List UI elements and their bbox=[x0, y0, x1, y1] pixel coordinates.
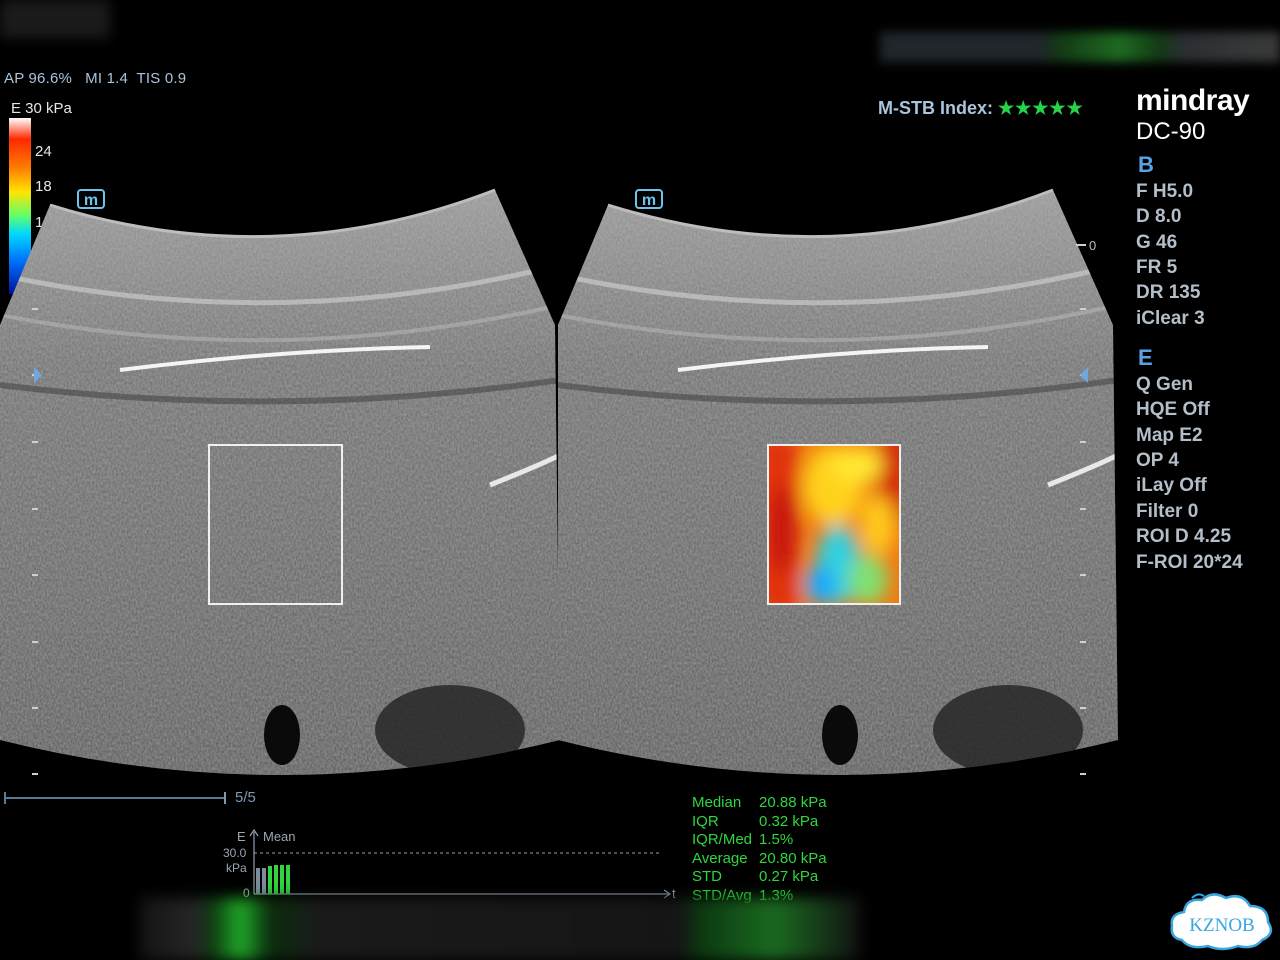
orientation-marker-left: m bbox=[77, 189, 105, 209]
b-section-title: B bbox=[1138, 152, 1154, 177]
b-param[interactable]: F H5.0 bbox=[1136, 181, 1193, 203]
stat-value: 0.27 kPa bbox=[759, 868, 819, 885]
hist-bar bbox=[280, 865, 284, 894]
stiffness-map bbox=[768, 445, 900, 604]
device-model: DC-90 bbox=[1136, 118, 1206, 145]
e-param[interactable]: iLay Off bbox=[1136, 475, 1207, 497]
hist-mean-label: Mean bbox=[263, 829, 296, 844]
stat-label: Median bbox=[692, 794, 742, 811]
stat-row: IQR 0.32 kPa bbox=[692, 813, 834, 832]
hist-bar bbox=[256, 868, 260, 894]
stability-histogram: E Mean 30.0 kPa 0 t bbox=[223, 828, 676, 901]
hist-bar bbox=[268, 866, 272, 894]
e-param[interactable]: OP 4 bbox=[1136, 450, 1179, 472]
e-param[interactable]: HQE Off bbox=[1136, 399, 1210, 421]
slider-start-tick bbox=[4, 792, 6, 804]
hist-top-value: 30.0 bbox=[223, 846, 247, 860]
stat-row: IQR/Med 1.5% bbox=[692, 831, 834, 850]
mstb-index: M-STB Index: ★★★★★ bbox=[878, 98, 1084, 119]
orientation-marker-right: m bbox=[635, 189, 663, 209]
hist-bar bbox=[286, 865, 290, 894]
e-param[interactable]: Q Gen bbox=[1136, 374, 1193, 396]
frame-slider[interactable] bbox=[4, 792, 226, 804]
hist-bar bbox=[262, 868, 266, 894]
stat-value: 1.5% bbox=[759, 831, 794, 848]
e-param[interactable]: F-ROI 20*24 bbox=[1136, 552, 1243, 574]
stat-row: STD 0.27 kPa bbox=[692, 868, 834, 887]
stat-value: 20.88 kPa bbox=[759, 794, 827, 811]
hist-e-label: E bbox=[237, 829, 246, 844]
e-param[interactable]: Map E2 bbox=[1136, 425, 1203, 447]
e-param[interactable]: ROI D 4.25 bbox=[1136, 526, 1231, 548]
blurred-header-right bbox=[880, 32, 1280, 62]
mi-value: MI 1.4 bbox=[85, 70, 129, 87]
e-param[interactable]: Filter 0 bbox=[1136, 501, 1198, 523]
b-mode-image[interactable]: m bbox=[0, 185, 560, 785]
colorbar-title: E 30 kPa bbox=[11, 100, 72, 117]
stat-label: STD bbox=[692, 868, 722, 885]
acoustic-status: AP 96.6% MI 1.4 TIS 0.9 bbox=[4, 70, 186, 87]
stat-row: Average 20.80 kPa bbox=[692, 850, 834, 869]
stat-row: Median 20.88 kPa bbox=[692, 794, 834, 813]
hist-unit: kPa bbox=[226, 861, 247, 875]
b-param[interactable]: G 46 bbox=[1136, 232, 1177, 254]
orientation-marker-label: m bbox=[84, 192, 98, 209]
frame-counter: 5/5 bbox=[235, 789, 256, 806]
ap-value: AP 96.6% bbox=[4, 70, 73, 87]
stat-label: Average bbox=[692, 849, 748, 867]
b-param[interactable]: D 8.0 bbox=[1136, 206, 1181, 228]
blurred-footer bbox=[140, 898, 860, 960]
b-param[interactable]: DR 135 bbox=[1136, 282, 1200, 304]
slider-handle[interactable] bbox=[224, 792, 226, 804]
brand-logo: mindray bbox=[1136, 84, 1250, 117]
b-param[interactable]: iClear 3 bbox=[1136, 308, 1205, 330]
blurred-header-left bbox=[0, 0, 110, 38]
orientation-marker-label: m bbox=[642, 192, 656, 209]
mstb-label: M-STB Index: bbox=[878, 98, 993, 118]
e-section-title: E bbox=[1138, 345, 1153, 370]
elastography-image[interactable]: m 0 bbox=[558, 185, 1118, 785]
depth-label-zero: 0 bbox=[1089, 238, 1096, 253]
measurement-results: Median 20.88 kPa IQR 0.32 kPa IQR/Med 1.5% … bbox=[692, 794, 834, 905]
stat-label: IQR/Med bbox=[692, 831, 753, 848]
b-param[interactable]: FR 5 bbox=[1136, 257, 1177, 279]
stat-value: 0.32 kPa bbox=[759, 812, 819, 830]
stat-value: 20.80 kPa bbox=[759, 849, 827, 867]
tis-value: TIS 0.9 bbox=[136, 70, 187, 87]
stat-label: IQR bbox=[692, 812, 719, 830]
watermark-logo: KZNOB bbox=[1170, 893, 1273, 951]
watermark-text: KZNOB bbox=[1189, 915, 1254, 936]
star-rating-icon: ★★★★★ bbox=[998, 98, 1084, 118]
colorbar-tick: 24 bbox=[35, 143, 52, 160]
hist-bar bbox=[274, 865, 278, 894]
